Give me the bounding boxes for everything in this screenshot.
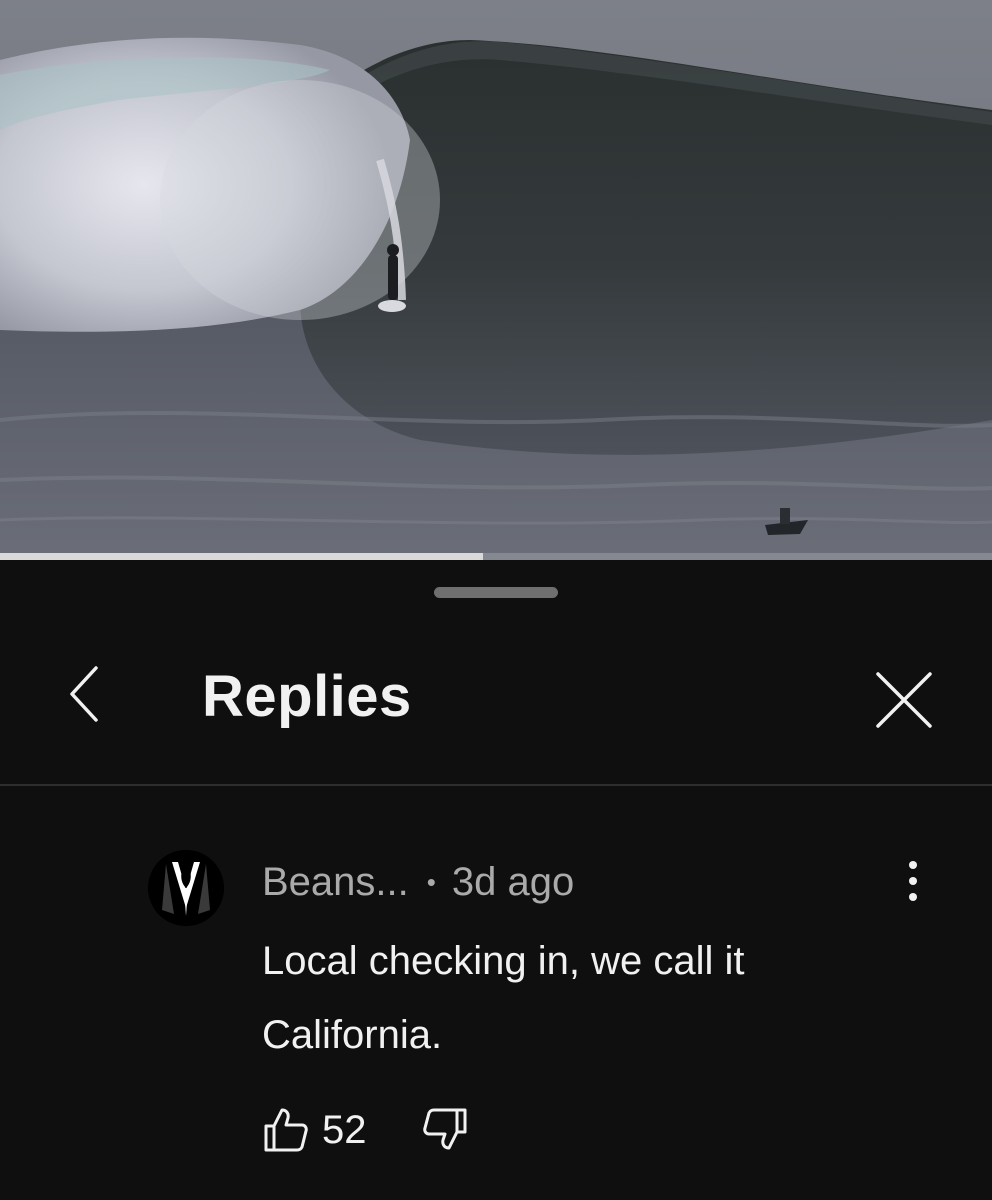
comment-time: 3d ago <box>451 860 575 904</box>
thumbs-up-icon <box>264 1108 308 1152</box>
avatar[interactable] <box>148 850 224 926</box>
video-player[interactable] <box>0 0 992 560</box>
like-button[interactable] <box>262 1106 310 1154</box>
video-progress-bar[interactable] <box>0 553 992 560</box>
header-divider <box>0 784 992 786</box>
meta-separator: • <box>426 867 436 897</box>
video-frame-image <box>0 0 992 560</box>
back-button[interactable] <box>52 660 116 724</box>
comment-text: Local checking in, we call it California… <box>262 939 745 1057</box>
replies-sheet: Replies Beans... • 3d ago Local checking… <box>0 560 992 1200</box>
comment-author[interactable]: Beans... <box>262 862 409 902</box>
dislike-button[interactable] <box>421 1106 469 1154</box>
drag-handle[interactable] <box>434 587 558 598</box>
more-options-button[interactable] <box>890 855 936 907</box>
video-progress-fill <box>0 553 484 560</box>
app-root: Replies Beans... • 3d ago Local checking… <box>0 0 992 1200</box>
more-vertical-icon <box>909 861 917 901</box>
comment-meta: Beans... • 3d ago <box>262 859 574 905</box>
thumbs-down-icon <box>422 1108 466 1150</box>
chevron-left-icon <box>70 666 98 722</box>
like-count: 52 <box>322 1108 367 1152</box>
tuxedo-avatar-icon <box>148 850 224 926</box>
close-icon <box>876 672 932 728</box>
close-button[interactable] <box>864 660 944 740</box>
comment-actions: 52 <box>262 1104 469 1156</box>
sheet-title: Replies <box>202 664 412 729</box>
